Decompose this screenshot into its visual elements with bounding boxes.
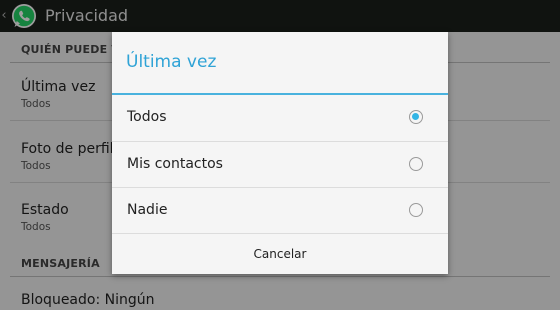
option-label: Mis contactos [127, 156, 223, 172]
radio-checked-icon[interactable] [409, 110, 423, 124]
option-nobody[interactable]: Nadie [112, 188, 448, 234]
radio-unchecked-icon[interactable] [409, 203, 423, 217]
option-label: Todos [127, 109, 167, 125]
dialog-title: Última vez [126, 52, 217, 72]
last-seen-dialog: Última vez Todos Mis contactos Nadie Can… [112, 32, 448, 274]
option-everyone[interactable]: Todos [112, 95, 448, 141]
option-my-contacts[interactable]: Mis contactos [112, 142, 448, 188]
option-label: Nadie [127, 202, 168, 218]
radio-unchecked-icon[interactable] [409, 157, 423, 171]
cancel-button[interactable]: Cancelar [112, 234, 448, 274]
